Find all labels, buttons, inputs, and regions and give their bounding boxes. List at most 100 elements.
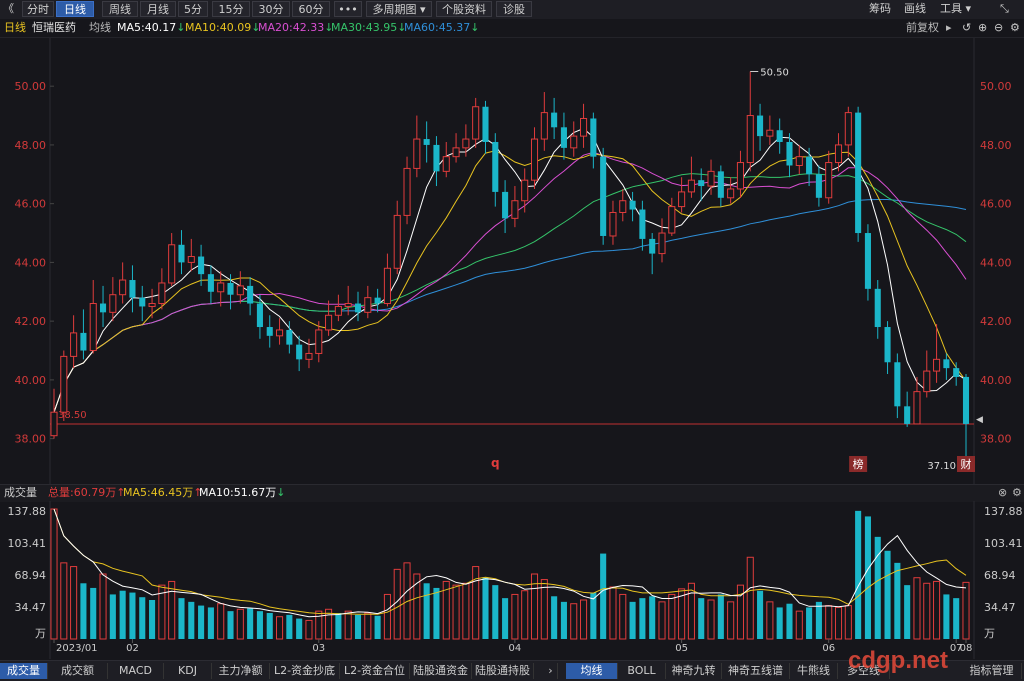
overlay-tab-2[interactable]: 神奇九转 <box>666 663 722 679</box>
y-tick-label-right: 40.00 <box>980 374 1012 387</box>
ma60-line <box>53 199 967 413</box>
volume-bar <box>551 596 558 639</box>
x-tick-label: 04 <box>509 643 522 654</box>
volume-bar <box>119 590 126 639</box>
price-chart[interactable]: 50.00 50.00 48.00 48.00 46.00 46.00 44.00 44.00… <box>0 38 1024 484</box>
indicator-tab-7[interactable]: 陆股通资金 <box>410 663 472 679</box>
back-icon[interactable]: 《 <box>3 1 14 17</box>
volume-ma5-line <box>53 508 967 618</box>
tools-label: 工具 <box>940 2 962 15</box>
volume-bar <box>276 616 284 640</box>
zoom-out-icon[interactable]: ⊖ <box>994 21 1003 35</box>
indicator-tab-1[interactable]: 成交额 <box>48 663 108 679</box>
period-button-0[interactable]: 分时 <box>22 1 54 17</box>
candle-body <box>442 156 450 172</box>
ma60-text: MA60:45.37 <box>404 21 471 34</box>
multi-period-button[interactable]: 多周期图 ▾ <box>366 1 432 17</box>
candle-body <box>354 303 362 313</box>
candle-body <box>698 180 705 187</box>
volume-bar <box>217 603 225 640</box>
candle-body <box>786 141 793 166</box>
candle-body <box>129 280 136 298</box>
indicator-tab-2[interactable]: MACD <box>108 663 164 679</box>
volume-bar <box>433 587 440 639</box>
volume-bar <box>286 614 293 639</box>
period-button-3[interactable]: 月线 <box>140 1 176 17</box>
period-button-6[interactable]: 30分 <box>252 1 290 17</box>
volume-bar <box>923 582 931 640</box>
period-button-5[interactable]: 15分 <box>212 1 250 17</box>
volume-tick-right: 万 <box>984 627 995 640</box>
candle-body <box>904 406 911 424</box>
chips-button[interactable]: 筹码 <box>869 1 891 17</box>
overlay-tab-1[interactable]: BOLL <box>618 663 666 679</box>
volume-tick-left: 万 <box>35 627 46 640</box>
indicator-tab-4[interactable]: 主力净额 <box>212 663 270 679</box>
indicator-tab-3[interactable]: KDJ <box>164 663 212 679</box>
x-tick-label: 05 <box>675 643 688 654</box>
settings-icon[interactable]: ⚙ <box>1012 486 1022 500</box>
reset-icon[interactable]: ↺ <box>962 21 971 35</box>
expand-icon[interactable]: ⤡ <box>1000 1 1009 17</box>
candle-body <box>256 303 263 328</box>
period-button-2[interactable]: 周线 <box>102 1 138 17</box>
volume-chart[interactable]: 137.88 137.88 103.41 103.41 68.94 68.94 34.47 3… <box>0 501 1024 659</box>
volume-bar <box>256 611 263 639</box>
stock-info-button[interactable]: 个股资料 <box>436 1 492 17</box>
close-icon[interactable]: ⊗ <box>998 486 1007 500</box>
candle-body <box>89 303 97 352</box>
volume-ma10: MA10:51.67万↓ <box>199 486 285 500</box>
volume-bar <box>511 593 519 640</box>
volume-bar <box>855 510 862 639</box>
period-button-4[interactable]: 5分 <box>178 1 208 17</box>
period-button-7[interactable]: 60分 <box>292 1 330 17</box>
candle-body <box>462 138 470 149</box>
candle-body <box>707 170 715 187</box>
indicator-tab-8[interactable]: 陆股通持股 <box>472 663 534 679</box>
x-tick-label: 2023/01 <box>56 643 98 654</box>
volume-tick-left: 68.94 <box>15 569 47 582</box>
overlay-tab-0[interactable]: 均线 <box>566 663 618 679</box>
volume-bar <box>462 582 470 640</box>
settings-icon[interactable]: ⚙ <box>1010 21 1020 35</box>
overlay-tab-6[interactable]: 指标管理 <box>962 663 1022 679</box>
ma5-text: MA5:40.17 <box>117 21 177 34</box>
volume-bar <box>354 614 362 639</box>
period-button-1[interactable]: 日线 <box>56 1 94 17</box>
indicator-tab-0[interactable]: 成交量 <box>0 663 48 679</box>
ma-label[interactable]: 均线 <box>89 21 111 35</box>
volume-total-text: 总量:60.79万 <box>48 486 117 499</box>
volume-bar <box>198 605 205 639</box>
volume-bar <box>393 568 401 640</box>
volume-bar <box>727 601 735 640</box>
tools-button[interactable]: 工具 ▾ <box>940 1 971 17</box>
watermark: cdgp.net <box>848 647 948 674</box>
indicator-tab-6[interactable]: L2-资金合位 <box>340 663 410 679</box>
volume-bar <box>305 619 313 640</box>
y-tick-label-right: 42.00 <box>980 315 1012 328</box>
ma20-text: MA20:42.33 <box>258 21 325 34</box>
overlay-tab-3[interactable]: 神奇五线谱 <box>722 663 790 679</box>
chevron-right-icon[interactable]: › <box>544 663 558 679</box>
more-button[interactable]: ••• <box>334 1 362 17</box>
volume-bar <box>766 601 774 640</box>
dropdown-icon: ▾ <box>419 3 426 16</box>
candle-body <box>325 314 333 331</box>
ma10-text: MA10:40.09 <box>185 21 252 34</box>
draw-line-button[interactable]: 画线 <box>904 1 926 17</box>
volume-ma5-text: MA5:46.45万 <box>123 486 194 499</box>
volume-bar <box>687 582 695 640</box>
indicator-tab-5[interactable]: L2-资金抄底 <box>270 663 340 679</box>
adjust-label[interactable]: 前复权 <box>906 21 939 35</box>
volume-bar <box>452 584 460 640</box>
candle-body <box>834 144 843 164</box>
candle-body <box>276 329 284 337</box>
zoom-in-icon[interactable]: ⊕ <box>978 21 987 35</box>
candle-body <box>119 279 127 296</box>
adjust-dropdown-icon[interactable]: ▸ <box>946 21 952 35</box>
candle-body <box>266 327 273 336</box>
volume-ma10-line <box>53 508 967 615</box>
diagnose-button[interactable]: 诊股 <box>496 1 532 17</box>
candle-body <box>580 117 588 137</box>
overlay-tab-4[interactable]: 牛熊线 <box>790 663 838 679</box>
